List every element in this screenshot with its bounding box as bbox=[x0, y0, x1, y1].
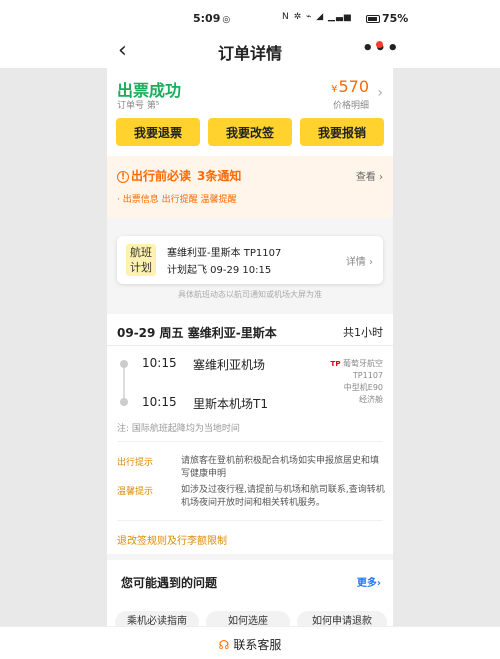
divider bbox=[107, 345, 393, 346]
back-icon[interactable]: ‹ bbox=[118, 38, 127, 64]
cabin-class: 经济舱 bbox=[359, 395, 383, 404]
notice-items: · 出票信息 出行提醒 温馨提醒 bbox=[117, 195, 237, 205]
airline-info: TP 葡萄牙航空 TP1107 中型机E90 经济舱 bbox=[331, 358, 383, 406]
faq-title: 您可能遇到的问题 bbox=[121, 576, 218, 590]
aircraft-type: 中型机E90 bbox=[343, 383, 383, 392]
departure-airport: 塞维利亚机场 bbox=[193, 358, 266, 372]
divider bbox=[117, 520, 383, 521]
flight-plan-badge: 航班计划 bbox=[126, 244, 156, 276]
refund-rules-link[interactable]: 退改签规则及行李额限制 bbox=[117, 532, 227, 547]
nav-bar: 订单详情 ‹ ••• bbox=[0, 36, 500, 68]
price-detail-link[interactable]: 价格明细 bbox=[333, 98, 369, 111]
airline-logo-icon: TP bbox=[330, 360, 341, 368]
action-buttons: 我要退票 我要改签 我要报销 bbox=[116, 118, 384, 146]
focus-icon: ◎ bbox=[222, 15, 231, 25]
chevron-right-icon[interactable]: › bbox=[377, 85, 383, 101]
info-icon: ! bbox=[117, 170, 129, 183]
reimburse-button[interactable]: 我要报销 bbox=[300, 118, 384, 146]
battery-icon bbox=[366, 15, 380, 23]
pre-trip-notice[interactable]: ! 出行前必读 3条通知 查看 › · 出票信息 出行提醒 温馨提醒 bbox=[107, 156, 393, 218]
warm-tip-text: 如涉及过夜行程,请提前与机场和航司联系,查询转机机场夜间开放时间和相关转机服务。 bbox=[181, 485, 385, 508]
notification-dot bbox=[376, 41, 383, 48]
bottom-bar: ☊ 联系客服 bbox=[0, 626, 500, 659]
flight-plan-card[interactable]: 航班计划 塞维利亚-里斯本 TP1107 计划起飞 09-29 10:15 详情… bbox=[117, 236, 383, 284]
flight-plan-detail-link[interactable]: 详情 › bbox=[346, 253, 373, 268]
flight-plan-route: 塞维利亚-里斯本 TP1107 bbox=[167, 248, 282, 259]
flight-plan-time: 计划起飞 09-29 10:15 bbox=[167, 265, 272, 276]
arrival-airport: 里斯本机场T1 bbox=[193, 397, 268, 411]
headset-icon: ☊ bbox=[218, 638, 230, 652]
travel-tip-label: 出行提示 bbox=[117, 458, 154, 468]
timeline-dot-arrival bbox=[120, 398, 128, 406]
flight-status-note: 具体航班动态以航司通知或机场大屏为准 bbox=[178, 290, 322, 299]
flight-date-route: 09-29 周五 塞维利亚-里斯本 bbox=[117, 326, 277, 340]
currency-symbol: ¥ bbox=[331, 84, 338, 95]
departure-time: 10:15 bbox=[142, 356, 177, 370]
page-title: 订单详情 bbox=[217, 44, 282, 63]
notice-count: 3条通知 bbox=[197, 169, 242, 183]
status-bar: 5:09 ◎ N ✲ ⌁ ◢ ▁▃▅ 75% bbox=[0, 0, 500, 36]
system-icons: N ✲ ⌁ ◢ ▁▃▅ bbox=[282, 12, 352, 22]
flight-number: TP1107 bbox=[352, 371, 383, 380]
content-area: 出票成功 订单号 第⁵ ¥570 价格明细 › 我要退票 我要改签 我要报销 !… bbox=[107, 68, 393, 659]
change-button[interactable]: 我要改签 bbox=[208, 118, 292, 146]
clock: 5:09 ◎ bbox=[193, 12, 231, 25]
order-status-card: 出票成功 订单号 第⁵ ¥570 价格明细 › 我要退票 我要改签 我要报销 bbox=[107, 68, 393, 156]
refund-button[interactable]: 我要退票 bbox=[116, 118, 200, 146]
faq-more-link[interactable]: 更多› bbox=[357, 574, 381, 589]
contact-service-button[interactable]: ☊ 联系客服 bbox=[0, 636, 500, 653]
divider bbox=[117, 441, 383, 442]
travel-tip-text: 请旅客在登机前积极配合机场如实申报旅居史和填写健康申明 bbox=[181, 456, 380, 479]
warm-tip-label: 温馨提示 bbox=[117, 487, 154, 497]
flight-duration: 共1小时 bbox=[343, 326, 383, 339]
order-price[interactable]: ¥570 bbox=[331, 77, 369, 96]
notice-heading: ! 出行前必读 3条通知 bbox=[117, 167, 241, 184]
airline-name: 葡萄牙航空 bbox=[343, 359, 383, 368]
notice-view-link[interactable]: 查看 › bbox=[356, 168, 383, 183]
battery-indicator: 75% bbox=[366, 12, 408, 25]
arrival-time: 10:15 bbox=[142, 395, 177, 409]
flight-info-card: 09-29 周五 塞维利亚-里斯本 共1小时 10:15 塞维利亚机场 10:1… bbox=[107, 314, 393, 542]
order-number: 订单号 第⁵ bbox=[117, 101, 160, 111]
timeline-dot-departure bbox=[120, 360, 128, 368]
local-time-note: 注: 国际航班起降均为当地时间 bbox=[117, 424, 240, 434]
rules-row: 退改签规则及行李额限制 bbox=[107, 524, 393, 554]
